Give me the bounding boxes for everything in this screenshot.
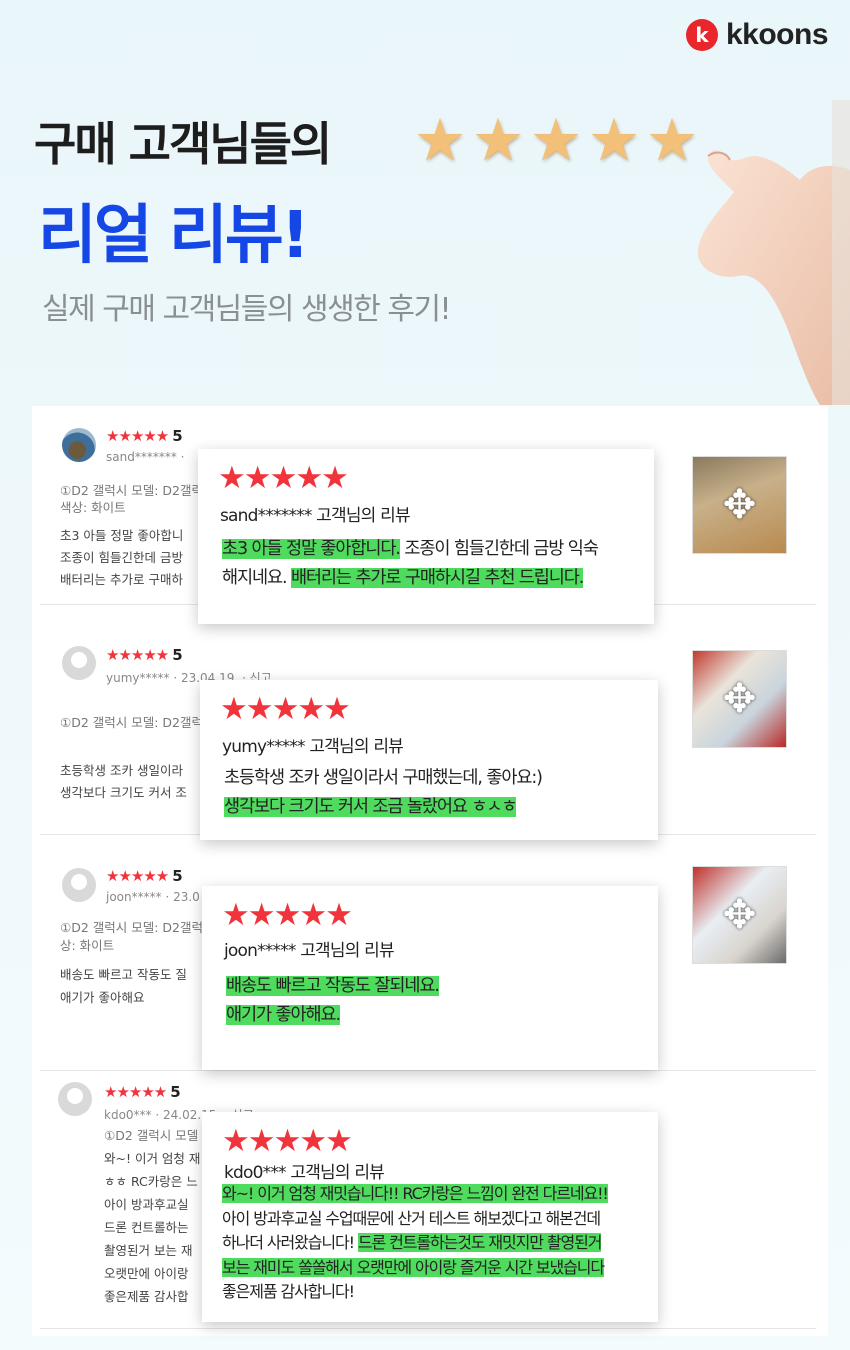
gold-star-icon: ★ <box>472 106 524 174</box>
review-card: ★★★★★ kdo0*** 고객님의 리뷰 와~! 이거 엄청 재밋습니다!! … <box>202 1112 658 1322</box>
highlighted-text: 배터리는 추가로 구매하시길 추천 드립니다. <box>290 568 584 588</box>
review-meta: joon***** · 23.0 <box>106 890 200 904</box>
hero-title-line1: 구매 고객님들의 <box>34 117 332 171</box>
review-text-line: 초3 아들 정말 좋아합니 <box>60 528 184 543</box>
highlighted-text: 생각보다 크기도 커서 조금 놀랐어요 ㅎㅅㅎ <box>224 797 517 817</box>
divider <box>40 1070 816 1071</box>
divider <box>40 1328 816 1329</box>
review-text: 하나더 사러왔습니다! <box>222 1233 358 1252</box>
review-photo-thumbnail[interactable]: ✥ <box>692 456 787 554</box>
review-text-line: 아이 방과후교실 <box>104 1197 189 1212</box>
rating-stars: ★★★★★ 5 <box>106 867 183 885</box>
logo-text: kkoons <box>725 18 829 51</box>
review-text-line: 조종이 힘들긴한데 금방 <box>60 550 183 565</box>
review-text-line: 배터리는 추가로 구매하 <box>60 572 183 587</box>
avatar <box>62 428 96 462</box>
avatar <box>62 868 96 902</box>
avatar <box>58 1082 92 1116</box>
review-body-line: 배송도 빠르고 작동도 잘되네요. <box>226 972 440 1001</box>
review-text-line: 와~! 이거 엄청 재 <box>104 1151 201 1166</box>
review-text-line: ㅎㅎ RC카랑은 느 <box>104 1174 198 1189</box>
review-meta: sand******* · <box>106 450 185 464</box>
logo-mark-icon: k <box>685 19 718 51</box>
review-text-line: 드론 컨트롤하는 <box>104 1220 189 1235</box>
rating-stars: ★★★★★ <box>222 1123 353 1159</box>
review-body-line: 보는 재미도 쏠쏠해서 오랫만에 아이랑 즐거운 시간 보냈습니다 <box>222 1256 608 1281</box>
option-line: 색상: 화이트 <box>60 500 126 515</box>
gold-star-icon: ★ <box>588 106 640 174</box>
review-photo-thumbnail[interactable]: ✥ <box>692 650 787 748</box>
review-text: 조종이 힘들긴한데 금방 익숙 <box>399 539 599 559</box>
review-author: kdo0*** 고객님의 리뷰 <box>224 1163 385 1183</box>
review-body-line: 좋은제품 감사합니다! <box>222 1280 608 1305</box>
rating-stars: ★★★★★ <box>220 691 351 727</box>
rating-stars: ★★★★★ 5 <box>106 427 183 445</box>
hero-subtitle: 실제 구매 고객님들의 생생한 후기! <box>42 292 452 327</box>
review-body-line: 생각보다 크기도 커서 조금 놀랐어요 ㅎㅅㅎ <box>224 793 542 822</box>
review-text: 아이 방과후교실 수업때문에 산거 테스트 해보겠다고 해본건데 <box>222 1208 601 1228</box>
review-body-line: 아이 방과후교실 수업때문에 산거 테스트 해보겠다고 해본건데 <box>222 1207 608 1232</box>
review-photo-thumbnail[interactable]: ✥ <box>692 866 787 964</box>
review-body: 와~! 이거 엄청 재밋습니다!! RC카랑은 느낌이 완전 다르네요!! 아이… <box>222 1182 609 1305</box>
gold-star-icon: ★ <box>530 106 582 174</box>
brand-logo[interactable]: k kkoons <box>685 18 829 52</box>
highlighted-text: 와~! 이거 엄청 재밋습니다!! RC카랑은 느낌이 완전 다르네요!! <box>222 1184 609 1203</box>
review-text-line: 초등학생 조카 생일이라 <box>60 763 183 778</box>
drone-icon: ✥ <box>722 482 757 528</box>
review-body: 초3 아들 정말 좋아합니다. 조종이 힘들긴한데 금방 익숙 해지네요. 배터리… <box>222 535 599 593</box>
review-text-line: 좋은제품 감사합 <box>104 1289 189 1304</box>
review-text-line: 생각보다 크기도 커서 조 <box>60 785 187 800</box>
review-card: ★★★★★ joon***** 고객님의 리뷰 배송도 빠르고 작동도 잘되네요… <box>202 886 658 1070</box>
highlighted-text: 초3 아들 정말 좋아합니다. <box>222 539 401 559</box>
review-text-line: 오랫만에 아이랑 <box>104 1266 189 1281</box>
review-text-line: 촬영된거 보는 재 <box>104 1243 193 1258</box>
review-body: 초등학생 조카 생일이라서 구매했는데, 좋아요:) 생각보다 크기도 커서 조금… <box>224 764 543 822</box>
highlighted-text: 배송도 빠르고 작동도 잘되네요. <box>226 976 440 996</box>
hand-illustration <box>697 100 850 405</box>
gold-star-icon: ★ <box>414 106 466 174</box>
option-line: ①D2 갤럭시 모델: D2갤럭 <box>60 715 203 730</box>
drone-icon: ✥ <box>722 892 757 938</box>
review-text-line: 애기가 좋아해요 <box>60 990 145 1005</box>
rating-stars: ★★★★★ 5 <box>106 646 183 664</box>
review-body-line: 와~! 이거 엄청 재밋습니다!! RC카랑은 느낌이 완전 다르네요!! <box>222 1182 609 1207</box>
review-body-line: 초3 아들 정말 좋아합니다. 조종이 힘들긴한데 금방 익숙 <box>222 535 599 564</box>
review-author: yumy***** 고객님의 리뷰 <box>222 737 404 757</box>
review-body: 배송도 빠르고 작동도 잘되네요. 애기가 좋아해요. <box>226 972 440 1030</box>
review-text-line: 배송도 빠르고 작동도 질 <box>60 967 187 982</box>
rating-stars: ★★★★★ <box>218 460 349 496</box>
drone-icon: ✥ <box>722 676 757 722</box>
review-text: 좋은제품 감사합니다! <box>222 1282 355 1301</box>
highlighted-text: 애기가 좋아해요. <box>226 1005 341 1025</box>
hero-title-line2: 리얼 리뷰! <box>38 199 310 273</box>
review-body-line: 해지네요. 배터리는 추가로 구매하시길 추천 드립니다. <box>222 564 598 593</box>
avatar <box>62 646 96 680</box>
review-text: 초등학생 조카 생일이라서 구매했는데, 좋아요:) <box>224 768 543 788</box>
review-text: 해지네요. <box>222 568 291 588</box>
review-author: joon***** 고객님의 리뷰 <box>224 941 395 961</box>
review-body-line: 초등학생 조카 생일이라서 구매했는데, 좋아요:) <box>224 764 543 793</box>
highlighted-text: 보는 재미도 쏠쏠해서 오랫만에 아이랑 즐거운 시간 보냈습니다 <box>222 1257 605 1277</box>
review-card: ★★★★★ sand******* 고객님의 리뷰 초3 아들 정말 좋아합니다… <box>198 449 654 624</box>
review-author: sand******* 고객님의 리뷰 <box>220 506 411 526</box>
rating-stars: ★★★★★ 5 <box>104 1083 181 1101</box>
review-body-line: 애기가 좋아해요. <box>226 1001 439 1030</box>
option-line: ①D2 갤럭시 모델 <box>104 1128 199 1143</box>
highlighted-text: 드론 컨트롤하는것도 재밋지만 촬영된거 <box>357 1233 602 1252</box>
review-card: ★★★★★ yumy***** 고객님의 리뷰 초등학생 조카 생일이라서 구매… <box>200 680 658 840</box>
review-body-line: 하나더 사러왔습니다! 드론 컨트롤하는것도 재밋지만 촬영된거 <box>222 1231 608 1256</box>
hero-rating-stars: ★ ★ ★ ★ ★ <box>414 110 698 170</box>
rating-stars: ★★★★★ <box>222 897 353 933</box>
option-line: 상: 화이트 <box>60 938 115 953</box>
